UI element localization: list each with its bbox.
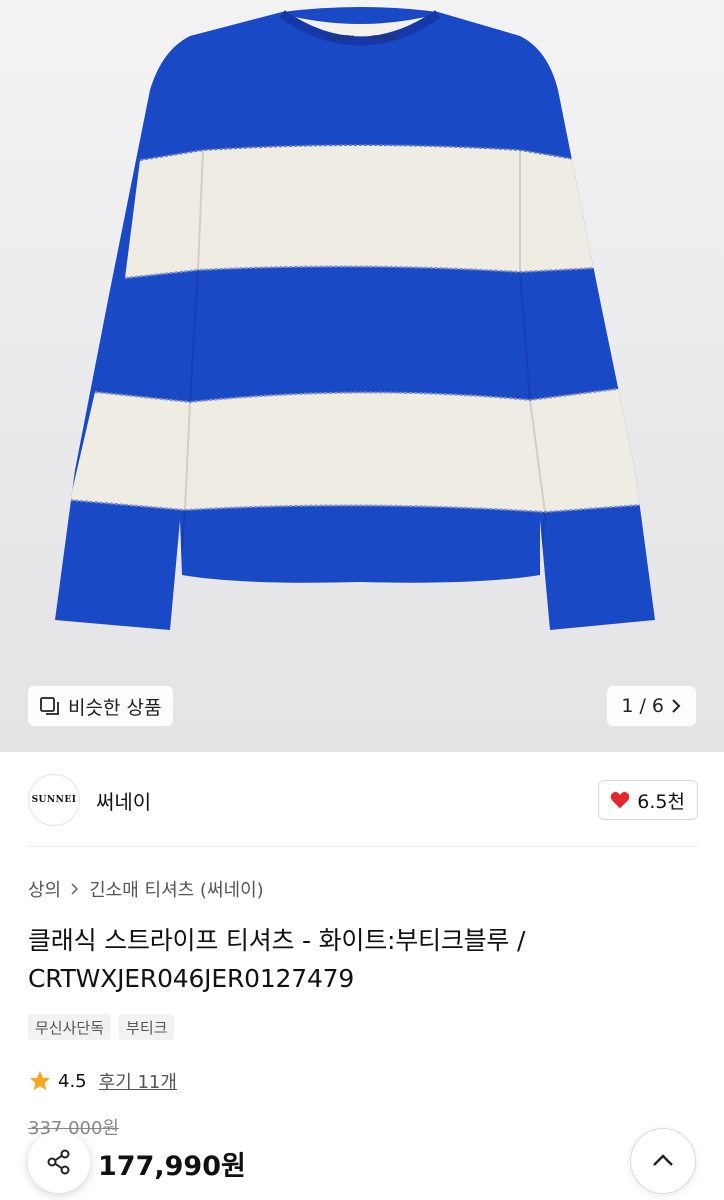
chevron-right-icon bbox=[71, 883, 79, 895]
brand-row: SUNNEI 써네이 6.5천 bbox=[28, 772, 698, 828]
image-counter[interactable]: 1 / 6 bbox=[607, 686, 696, 726]
chevron-right-icon bbox=[672, 699, 681, 713]
reviews-link[interactable]: 후기 11개 bbox=[99, 1068, 177, 1094]
similar-icon bbox=[40, 697, 59, 715]
share-icon bbox=[47, 1149, 70, 1175]
like-count: 6.5천 bbox=[637, 790, 685, 813]
product-title: 클래식 스트라이프 티셔츠 - 화이트:부티크블루 / CRTWXJER046J… bbox=[28, 926, 526, 993]
sale-price: 177,990원 bbox=[98, 1151, 246, 1182]
collar-label: SUNNEI bbox=[327, 35, 354, 42]
tag-boutique: 부티크 bbox=[119, 1014, 175, 1040]
like-button[interactable]: 6.5천 bbox=[598, 780, 698, 820]
product-image-gallery[interactable]: SUNNEI SUNNEI 비슷한 상품 1 / 6 bbox=[0, 0, 724, 752]
tag-exclusive: 무신사단독 bbox=[28, 1014, 112, 1040]
product-image: SUNNEI SUNNEI bbox=[55, 7, 655, 630]
brand-logo[interactable]: SUNNEI bbox=[28, 774, 80, 826]
product-tags: 무신사단독 부티크 bbox=[28, 1014, 175, 1040]
image-counter-text: 1 / 6 bbox=[621, 695, 664, 717]
svg-text:SUNNEI: SUNNEI bbox=[372, 35, 399, 42]
similar-products-button[interactable]: 비슷한 상품 bbox=[28, 686, 174, 726]
share-button[interactable] bbox=[28, 1131, 90, 1193]
rating: 4.5 후기 11개 bbox=[28, 1068, 177, 1094]
similar-products-label: 비슷한 상품 bbox=[68, 696, 162, 719]
brand-logo-text: SUNNEI bbox=[31, 795, 77, 805]
divider bbox=[28, 846, 698, 847]
star-icon bbox=[30, 1071, 50, 1090]
heart-icon bbox=[610, 792, 630, 809]
breadcrumb-subcategory[interactable]: 긴소매 티셔츠 (써네이) bbox=[89, 876, 264, 902]
breadcrumb-category[interactable]: 상의 bbox=[28, 876, 61, 902]
brand-name[interactable]: 써네이 bbox=[96, 786, 151, 815]
breadcrumb: 상의 긴소매 티셔츠 (써네이) bbox=[28, 876, 264, 902]
scroll-top-button[interactable] bbox=[630, 1128, 696, 1194]
rating-score: 4.5 bbox=[58, 1070, 87, 1092]
chevron-up-icon bbox=[653, 1154, 673, 1166]
